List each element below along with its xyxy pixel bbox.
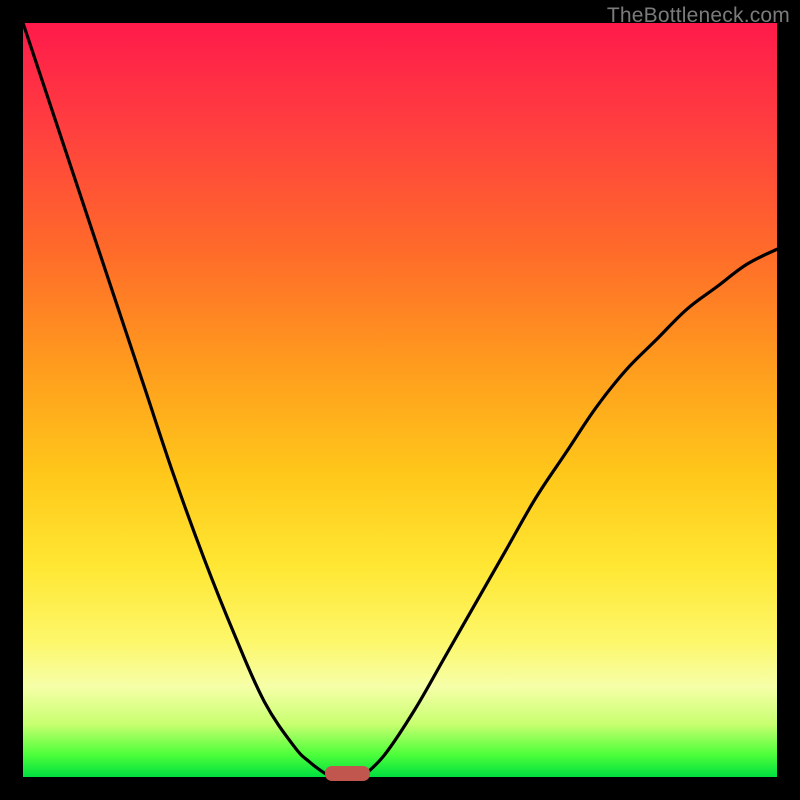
left-curve	[23, 23, 332, 777]
plot-area	[23, 23, 777, 777]
curves-svg	[23, 23, 777, 777]
right-curve	[362, 249, 777, 777]
watermark-text: TheBottleneck.com	[607, 4, 790, 28]
minimum-marker	[325, 766, 370, 781]
chart-frame: TheBottleneck.com	[0, 0, 800, 800]
